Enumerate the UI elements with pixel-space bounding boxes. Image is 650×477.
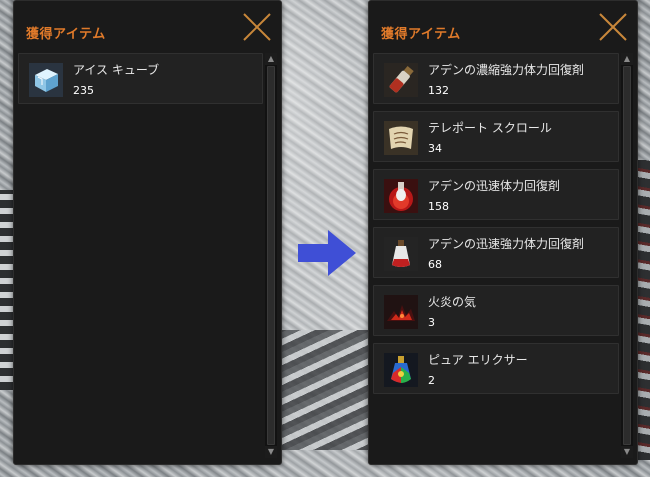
scroll-icon: [384, 121, 418, 155]
list-item[interactable]: アデンの濃縮強力体力回復剤 132: [373, 53, 619, 104]
close-icon: [243, 13, 271, 41]
item-name: テレポート スクロール: [428, 121, 552, 135]
scrollbar[interactable]: ▲ ▼: [265, 53, 277, 458]
red-potion-icon: [384, 179, 418, 213]
item-name: アデンの迅速強力体力回復剤: [428, 237, 585, 251]
right-arrow-icon: [298, 230, 356, 276]
item-count: 68: [428, 258, 442, 271]
scroll-up-arrow-icon[interactable]: ▲: [265, 53, 277, 65]
item-name: アデンの濃縮強力体力回復剤: [428, 63, 585, 77]
close-button[interactable]: [597, 11, 629, 43]
elixir-icon: [384, 353, 418, 387]
scrollbar[interactable]: ▲ ▼: [621, 53, 633, 458]
background-rocks: [280, 330, 370, 450]
white-potion-icon: [384, 237, 418, 271]
list-item[interactable]: アデンの迅速体力回復剤 158: [373, 169, 619, 220]
item-name: ピュア エリクサー: [428, 353, 528, 367]
item-count: 34: [428, 142, 442, 155]
scroll-thumb[interactable]: [623, 66, 631, 445]
item-count: 2: [428, 374, 435, 387]
item-count: 132: [428, 84, 449, 97]
list-item[interactable]: ピュア エリクサー 2: [373, 343, 619, 394]
list-item[interactable]: 火炎の気 3: [373, 285, 619, 336]
item-count: 158: [428, 200, 449, 213]
fire-spirit-icon: [384, 295, 418, 329]
scroll-up-arrow-icon[interactable]: ▲: [621, 53, 633, 65]
panel-header: 獲得アイテム: [14, 1, 281, 45]
close-icon: [599, 13, 627, 41]
list-item[interactable]: アデンの迅速強力体力回復剤 68: [373, 227, 619, 278]
close-button[interactable]: [241, 11, 273, 43]
background-wall-right: [636, 160, 650, 460]
item-count: 235: [73, 84, 94, 97]
scroll-down-arrow-icon[interactable]: ▼: [265, 446, 277, 458]
scroll-thumb[interactable]: [267, 66, 275, 445]
scroll-down-arrow-icon[interactable]: ▼: [621, 446, 633, 458]
panel-header: 獲得アイテム: [369, 1, 637, 45]
potion-vial-icon: [384, 63, 418, 97]
item-name: アイス キューブ: [73, 63, 160, 77]
item-count: 3: [428, 316, 435, 329]
list-item[interactable]: アイス キューブ 235: [18, 53, 263, 104]
item-list: アデンの濃縮強力体力回復剤 132 テレポート スクロール 34 アデンの迅速体…: [373, 53, 619, 401]
panel-title: 獲得アイテム: [381, 27, 461, 42]
item-list: アイス キューブ 235: [18, 53, 263, 111]
item-name: アデンの迅速体力回復剤: [428, 179, 561, 193]
acquired-items-panel-after: 獲得アイテム アデンの濃縮強力体力回復剤 132 テレポート スクロール 34 …: [368, 0, 638, 465]
item-name: 火炎の気: [428, 295, 477, 309]
list-item[interactable]: テレポート スクロール 34: [373, 111, 619, 162]
acquired-items-panel-before: 獲得アイテム アイス キューブ 235 ▲ ▼: [13, 0, 282, 465]
ice-cube-icon: [29, 63, 63, 97]
panel-title: 獲得アイテム: [26, 27, 106, 42]
